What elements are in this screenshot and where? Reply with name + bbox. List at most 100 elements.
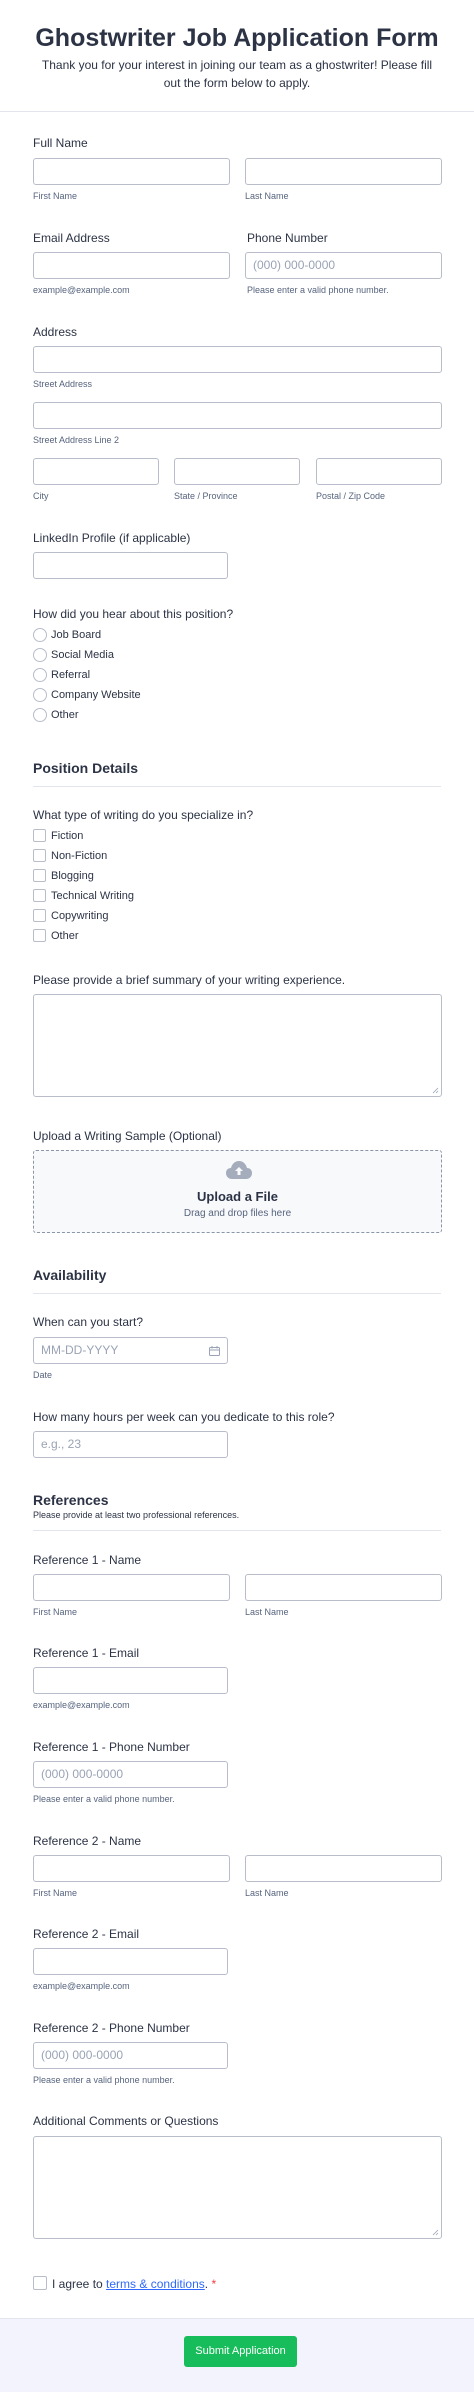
ref1-email-input[interactable] [33,1667,228,1694]
upload-label: Upload a Writing Sample (Optional) [33,1129,222,1143]
terms-prefix: I agree to [52,2277,107,2291]
email-sublabel: example@example.com [33,285,130,295]
references-heading: References [33,1492,109,1508]
availability-heading: Availability [33,1267,107,1283]
zip-input[interactable] [316,458,442,485]
calendar-icon[interactable] [209,1346,220,1356]
submit-button[interactable]: Submit Application [184,2336,297,2367]
checkbox-label-fiction: Fiction [51,830,84,842]
form-header: Ghostwriter Job Application Form Thank y… [0,0,474,112]
writing-type-label: What type of writing do you specialize i… [33,808,254,822]
ref2-email-label: Reference 2 - Email [33,1927,140,1941]
email-input[interactable] [33,252,230,279]
checkbox-blogging[interactable] [33,869,46,882]
checkbox-label-technical-writing: Technical Writing [51,890,134,902]
street-address-2-sublabel: Street Address Line 2 [33,435,120,445]
file-upload-dropzone[interactable]: Upload a File Drag and drop files here [33,1150,442,1233]
section-divider [33,786,441,787]
last-name-sublabel: Last Name [245,191,289,201]
radio-label-referral: Referral [51,669,91,681]
section-divider [33,1530,441,1531]
state-sublabel: State / Province [174,491,238,501]
checkbox-label-other: Other [51,930,79,942]
resize-handle-icon[interactable] [432,1087,439,1094]
radio-social-media[interactable] [33,648,47,662]
radio-label-company-website: Company Website [51,689,141,701]
full-name-label: Full Name [33,136,88,150]
upload-title: Upload a File [197,1189,278,1204]
ref2-phone-label: Reference 2 - Phone Number [33,2021,190,2035]
ref1-phone-sublabel: Please enter a valid phone number. [33,1794,175,1804]
cloud-upload-icon [226,1161,252,1179]
state-input[interactable] [174,458,300,485]
terms-checkbox[interactable] [33,2276,47,2290]
checkbox-label-copywriting: Copywriting [51,910,109,922]
terms-link[interactable]: terms & conditions [106,2277,205,2291]
terms-text: I agree to terms & conditions. * [52,2277,216,2291]
checkbox-fiction[interactable] [33,829,46,842]
upload-hint: Drag and drop files here [183,1208,292,1219]
ref2-first-name-input[interactable] [33,1855,230,1882]
radio-job-board[interactable] [33,628,47,642]
city-input[interactable] [33,458,159,485]
summary-textarea[interactable] [33,994,442,1097]
street-address-input[interactable] [33,346,442,373]
linkedin-label: LinkedIn Profile (if applicable) [33,531,191,545]
position-details-heading: Position Details [33,760,139,776]
zip-sublabel: Postal / Zip Code [316,491,386,501]
checkbox-label-blogging: Blogging [51,870,94,882]
radio-company-website[interactable] [33,688,47,702]
start-date-label: When can you start? [33,1315,144,1329]
checkbox-other[interactable] [33,929,46,942]
ref1-email-sublabel: example@example.com [33,1700,130,1710]
email-label: Email Address [33,231,110,245]
phone-sublabel: Please enter a valid phone number. [247,285,389,295]
references-subtitle: Please provide at least two professional… [33,1510,240,1520]
checkbox-label-non-fiction: Non-Fiction [51,850,108,862]
comments-textarea[interactable] [33,2136,442,2239]
checkbox-copywriting[interactable] [33,909,46,922]
ref1-name-label: Reference 1 - Name [33,1553,142,1567]
ref1-email-label: Reference 1 - Email [33,1646,140,1660]
radio-label-other: Other [51,709,79,721]
terms-suffix: . [204,2277,209,2291]
street-address-sublabel: Street Address [33,379,93,389]
form-title: Ghostwriter Job Application Form [35,24,439,52]
form-subtitle: Thank you for your interest in joining o… [41,58,433,90]
resize-handle-icon[interactable] [432,2229,439,2236]
ref1-first-name-input[interactable] [33,1574,230,1601]
summary-label: Please provide a brief summary of your w… [33,973,346,987]
first-name-input[interactable] [33,158,230,185]
first-name-sublabel: First Name [33,191,78,201]
section-divider [33,1293,441,1294]
start-date-input[interactable]: MM-DD-YYYY [33,1337,228,1364]
ref2-last-name-sublabel: Last Name [245,1888,289,1898]
ref1-first-name-sublabel: First Name [33,1607,78,1617]
radio-other[interactable] [33,708,47,722]
start-date-sublabel: Date [33,1370,53,1380]
phone-label: Phone Number [247,231,328,245]
ref2-email-input[interactable] [33,1948,228,1975]
phone-input[interactable]: (000) 000-0000 [245,252,442,279]
ref1-last-name-input[interactable] [245,1574,442,1601]
ref2-last-name-input[interactable] [245,1855,442,1882]
street-address-2-input[interactable] [33,402,442,429]
required-asterisk: * [211,2277,217,2291]
checkbox-technical-writing[interactable] [33,889,46,902]
last-name-input[interactable] [245,158,442,185]
ref2-phone-sublabel: Please enter a valid phone number. [33,2075,175,2085]
ref2-name-label: Reference 2 - Name [33,1834,142,1848]
address-label: Address [33,325,78,339]
ref2-first-name-sublabel: First Name [33,1888,78,1898]
start-date-placeholder: MM-DD-YYYY [41,1343,119,1357]
radio-label-social-media: Social Media [51,649,114,661]
ref1-phone-input[interactable]: (000) 000-0000 [33,1761,228,1788]
ref2-phone-input[interactable]: (000) 000-0000 [33,2042,228,2069]
ref1-last-name-sublabel: Last Name [245,1607,289,1617]
ref2-email-sublabel: example@example.com [33,1981,130,1991]
checkbox-non-fiction[interactable] [33,849,46,862]
hours-input[interactable]: e.g., 23 [33,1431,228,1458]
hours-label: How many hours per week can you dedicate… [33,1410,335,1424]
linkedin-input[interactable] [33,552,228,579]
radio-referral[interactable] [33,668,47,682]
